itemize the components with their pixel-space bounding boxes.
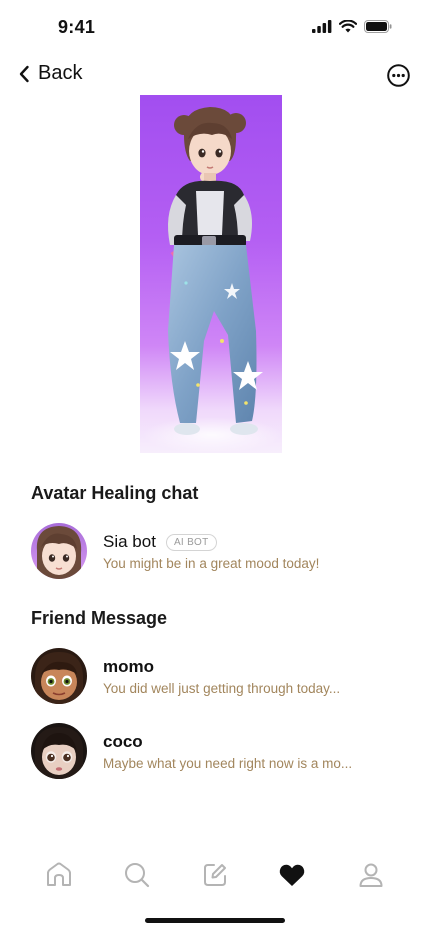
tab-home[interactable] xyxy=(44,860,74,890)
friend-chat-name-row: coco xyxy=(103,732,143,752)
status-time: 9:41 xyxy=(58,17,96,37)
avatar xyxy=(31,723,87,779)
edit-icon xyxy=(204,864,226,886)
home-indicator xyxy=(145,918,285,923)
avatar-character-illustration xyxy=(142,107,282,453)
avatar xyxy=(31,523,87,579)
tab-favorites[interactable] xyxy=(277,860,307,890)
more-circle-icon[interactable] xyxy=(387,64,410,87)
ai-chat-item[interactable]: Sia bot AI BOT You might be in a great m… xyxy=(31,523,401,581)
friend-section-title: Friend Message xyxy=(31,608,168,628)
sia-bot-avatar-illustration xyxy=(31,523,87,579)
search-icon xyxy=(125,863,150,888)
ai-chat-name-row: Sia bot AI BOT xyxy=(103,532,217,552)
heart-icon xyxy=(279,864,305,886)
battery-icon xyxy=(364,20,392,33)
bottom-tab-bar xyxy=(0,850,430,898)
back-button[interactable]: Back xyxy=(18,62,82,85)
coco-avatar-illustration xyxy=(31,723,87,779)
friend-chat-name-row: momo xyxy=(103,657,154,677)
ai-chat-preview: You might be in a great mood today! xyxy=(103,556,320,571)
friend-chat-item-coco[interactable]: coco Maybe what you need right now is a … xyxy=(31,723,401,781)
avatar-hero-image xyxy=(140,95,282,453)
status-bar: 9:41 xyxy=(0,0,430,56)
friend-chat-name: momo xyxy=(103,657,154,676)
tab-search[interactable] xyxy=(122,860,152,890)
nav-bar: Back xyxy=(0,56,430,96)
wifi-icon xyxy=(339,20,357,33)
tab-write[interactable] xyxy=(200,860,230,890)
status-icons xyxy=(312,20,392,33)
cellular-signal-icon xyxy=(312,20,332,33)
ai-bot-badge: AI BOT xyxy=(165,533,217,551)
friend-chat-preview: You did well just getting through today.… xyxy=(103,681,341,696)
ai-chat-name: Sia bot xyxy=(103,532,156,551)
friend-chat-preview: Maybe what you need right now is a mo... xyxy=(103,756,353,771)
profile-icon xyxy=(359,863,383,887)
avatar xyxy=(31,648,87,704)
friend-chat-name: coco xyxy=(103,732,143,751)
tab-profile[interactable] xyxy=(356,860,386,890)
momo-avatar-illustration xyxy=(31,648,87,704)
friend-chat-item-momo[interactable]: momo You did well just getting through t… xyxy=(31,648,401,706)
chevron-left-icon xyxy=(19,65,29,82)
back-label: Back xyxy=(38,62,83,84)
avatar-section-title: Avatar Healing chat xyxy=(31,483,199,503)
home-icon xyxy=(47,862,71,886)
